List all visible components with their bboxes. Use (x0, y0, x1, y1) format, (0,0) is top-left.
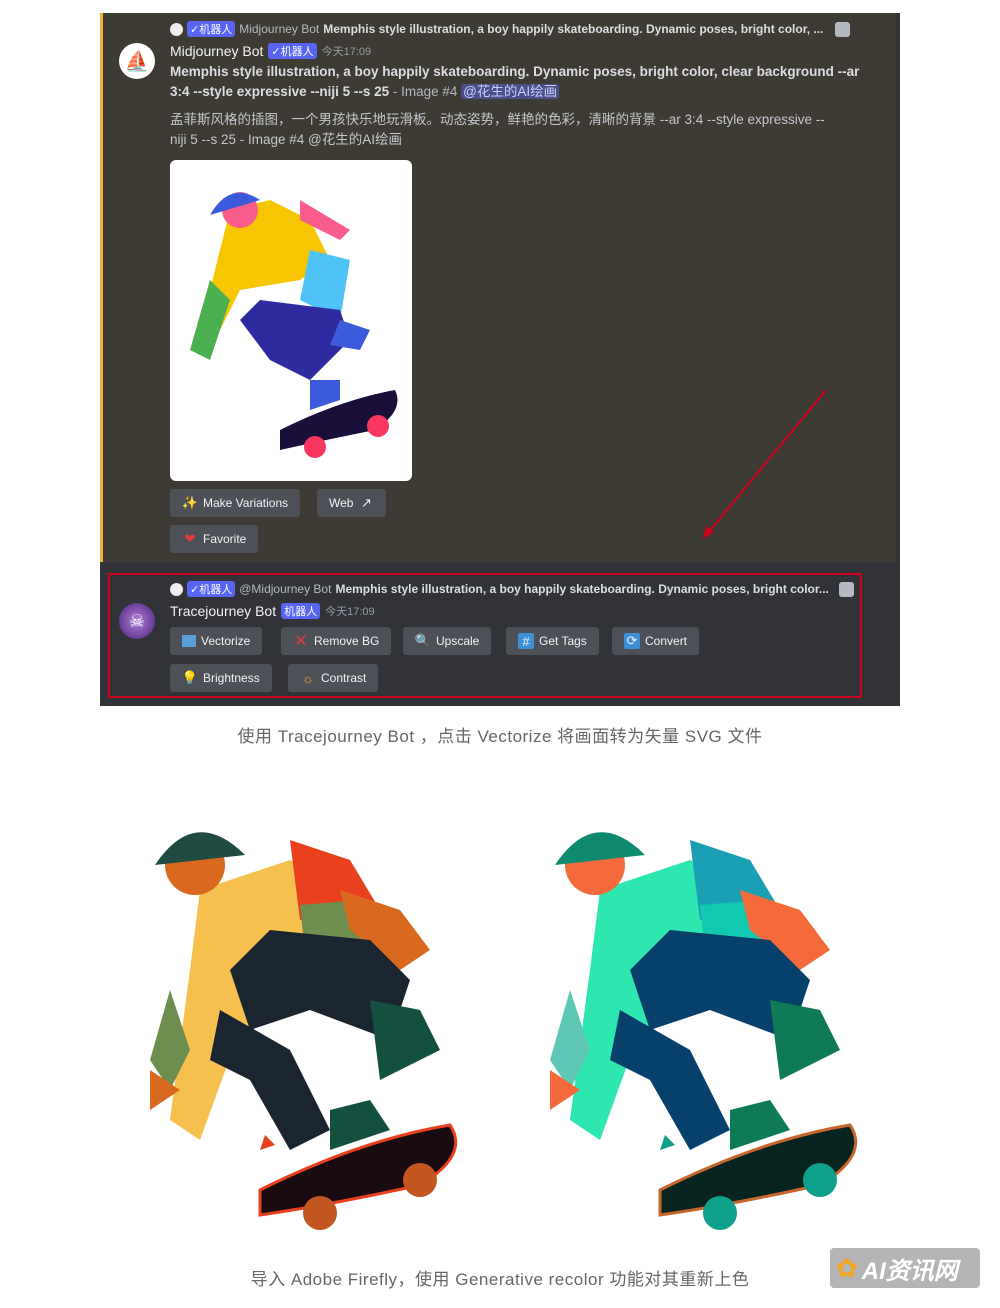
vector-illustration-original (150, 832, 458, 1230)
vector-illustration-recolored (550, 832, 858, 1230)
watermark-logo: ✿ AI资讯网 (830, 1248, 980, 1288)
caption-vectorize: 使用 Tracejourney Bot ，点击 Vectorize 将画面转为矢… (237, 727, 763, 746)
watermark-text: AI资讯网 (861, 1257, 958, 1285)
annotation-arrow (703, 389, 827, 539)
flower-logo-icon: ✿ (836, 1252, 858, 1283)
